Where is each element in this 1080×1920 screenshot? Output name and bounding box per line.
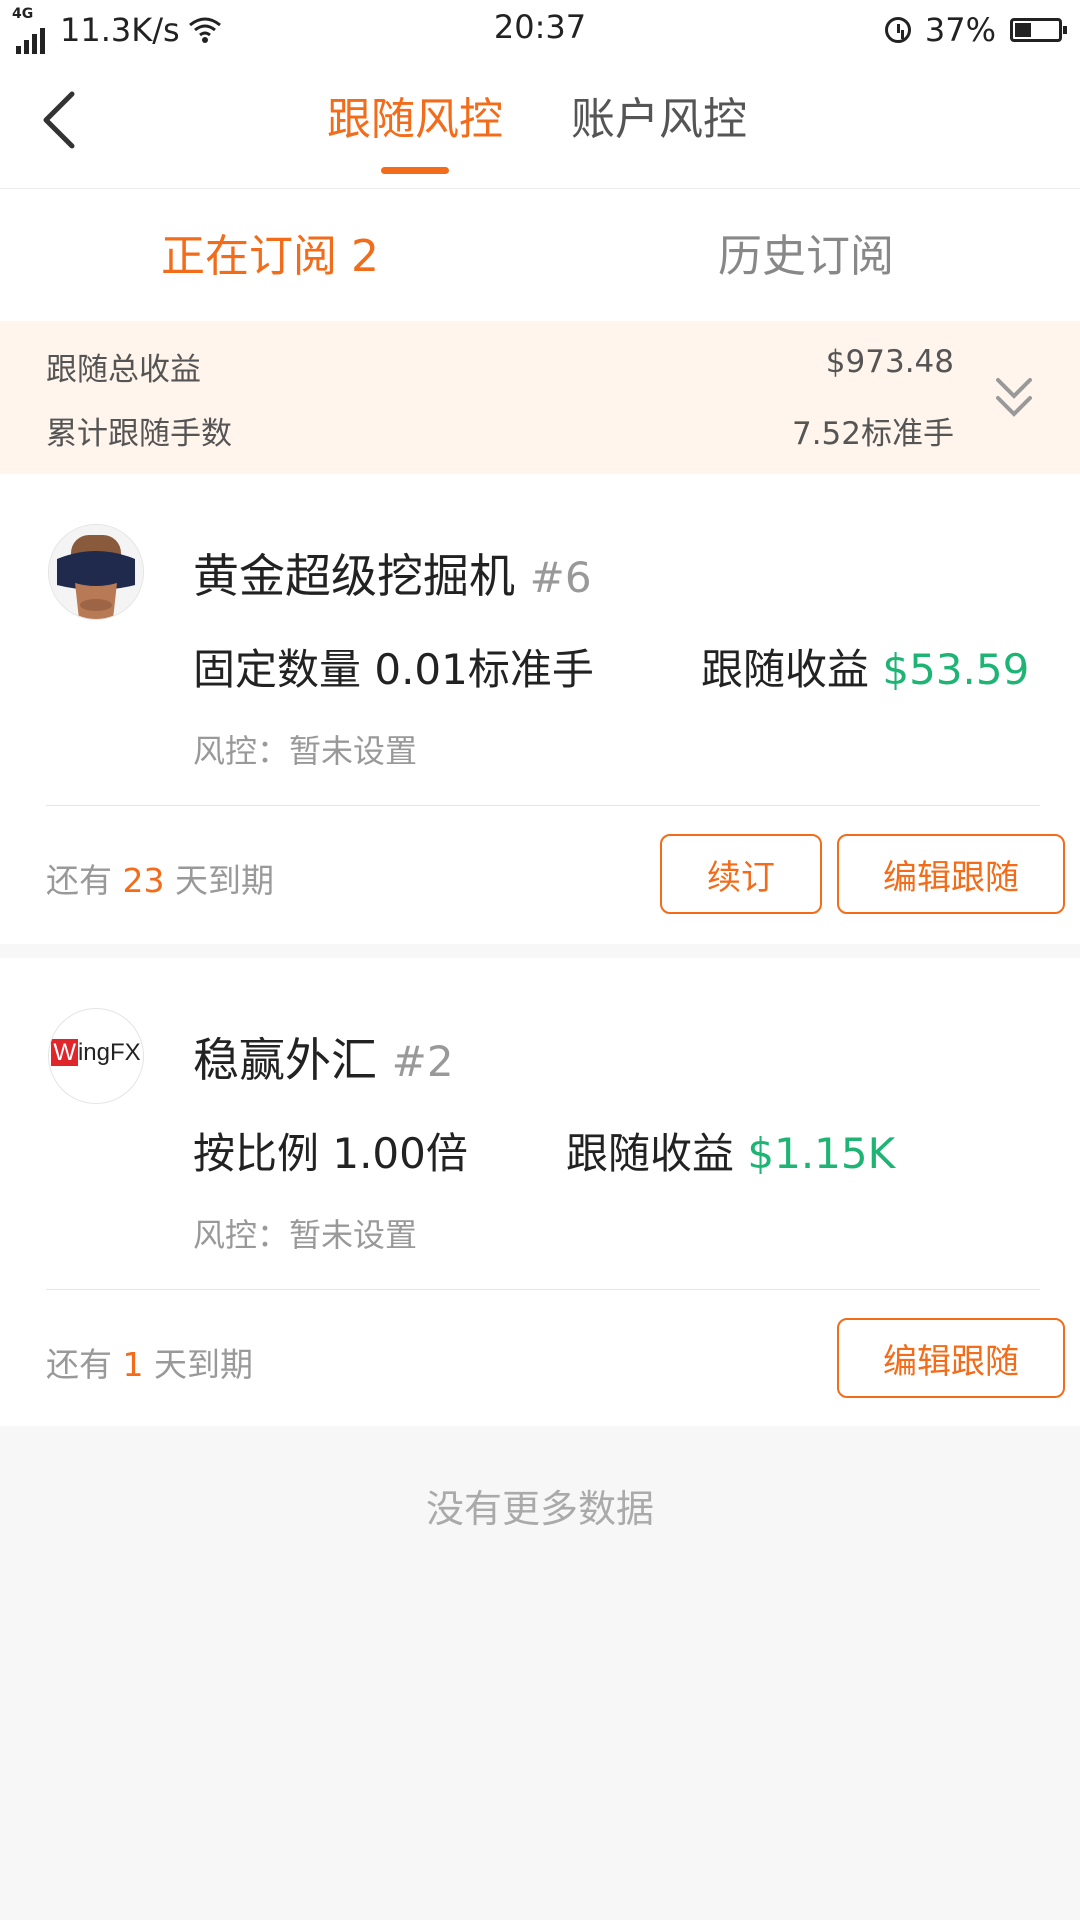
summary-total-profit: 跟随总收益 $973.48 [46, 344, 954, 388]
follow-mode: 按比例 1.00倍 [193, 1129, 468, 1178]
avatar-photo [49, 525, 143, 619]
subscription-card: 黄金超级挖掘机 #6 固定数量 0.01标准手 跟随收益 $53.59 风控：暂… [0, 474, 1080, 944]
trader-name-text: 黄金超级挖掘机 [193, 549, 515, 603]
trader-name-text: 稳赢外汇 [193, 1033, 377, 1087]
edit-follow-button[interactable]: 编辑跟随 [837, 1318, 1065, 1398]
follow-profit-value: $1.15K [747, 1129, 896, 1178]
subtab-history[interactable]: 历史订阅 [718, 231, 894, 283]
tab-follow-risk[interactable]: 跟随风控 [327, 94, 503, 174]
active-tab-indicator [381, 167, 449, 174]
expiry-days: 23 [122, 861, 165, 900]
double-chevron-down-icon[interactable] [992, 374, 1036, 422]
divider [46, 1289, 1040, 1290]
avatar-logo-text: ingFX [77, 1039, 141, 1066]
total-profit-value: $973.48 [825, 344, 954, 380]
avatar-logo: WingFX [49, 1039, 143, 1067]
risk-setting: 风控：暂未设置 [193, 732, 418, 770]
risk-setting: 风控：暂未设置 [193, 1216, 418, 1254]
follow-profit-label: 跟随收益 [566, 1129, 735, 1178]
total-lots-label: 累计跟随手数 [46, 416, 232, 452]
edit-follow-button[interactable]: 编辑跟随 [837, 834, 1065, 914]
expiry-prefix: 还有 [46, 1345, 112, 1384]
back-arrow-icon[interactable] [36, 88, 86, 152]
follow-profit: 跟随收益 $1.15K [566, 1120, 895, 1181]
expiry-days: 1 [122, 1345, 144, 1384]
follow-profit-label: 跟随收益 [701, 645, 870, 694]
expiry-info: 还有 1 天到期 [46, 1338, 253, 1386]
sub-tabs: 正在订阅 2 历史订阅 [0, 189, 1080, 321]
summary-total-lots: 累计跟随手数 7.52标准手 [46, 408, 954, 452]
nav-bar: 跟随风控 账户风控 [0, 58, 1080, 189]
avatar[interactable] [48, 524, 144, 620]
trader-rank: #6 [529, 553, 592, 602]
summary-panel[interactable]: 跟随总收益 $973.48 累计跟随手数 7.52标准手 [0, 322, 1080, 474]
trader-rank: #2 [391, 1037, 454, 1086]
follow-mode: 固定数量 0.01标准手 [193, 645, 594, 694]
status-right: 37% [884, 8, 1067, 52]
expiry-info: 还有 23 天到期 [46, 854, 274, 902]
subscription-card: WingFX 稳赢外汇 #2 按比例 1.00倍 跟随收益 $1.15K 风控：… [0, 958, 1080, 1426]
alarm-icon [884, 17, 911, 43]
renew-button[interactable]: 续订 [660, 834, 822, 914]
tab-label: 跟随风控 [327, 94, 503, 145]
avatar[interactable]: WingFX [48, 1008, 144, 1104]
divider [46, 805, 1040, 806]
no-more-data: 没有更多数据 [425, 1487, 654, 1531]
battery-percent: 37% [924, 11, 996, 49]
avatar-logo-mark: W [51, 1039, 78, 1066]
subtab-current[interactable]: 正在订阅 2 [161, 231, 379, 283]
tab-account-risk[interactable]: 账户风控 [571, 94, 747, 146]
tab-label: 账户风控 [571, 94, 747, 145]
expiry-suffix: 天到期 [154, 1345, 253, 1384]
expiry-prefix: 还有 [46, 861, 112, 900]
trader-name[interactable]: 稳赢外汇 #2 [193, 1024, 454, 1090]
total-lots-value: 7.52标准手 [791, 416, 954, 452]
follow-profit: 跟随收益 $53.59 [701, 636, 1029, 697]
follow-profit-value: $53.59 [882, 645, 1030, 694]
expiry-suffix: 天到期 [175, 861, 274, 900]
total-profit-label: 跟随总收益 [46, 352, 201, 388]
status-bar: 4G 11.3K/s 20:37 37% [0, 0, 1080, 58]
battery-icon [1010, 18, 1067, 42]
trader-name[interactable]: 黄金超级挖掘机 #6 [193, 540, 592, 606]
